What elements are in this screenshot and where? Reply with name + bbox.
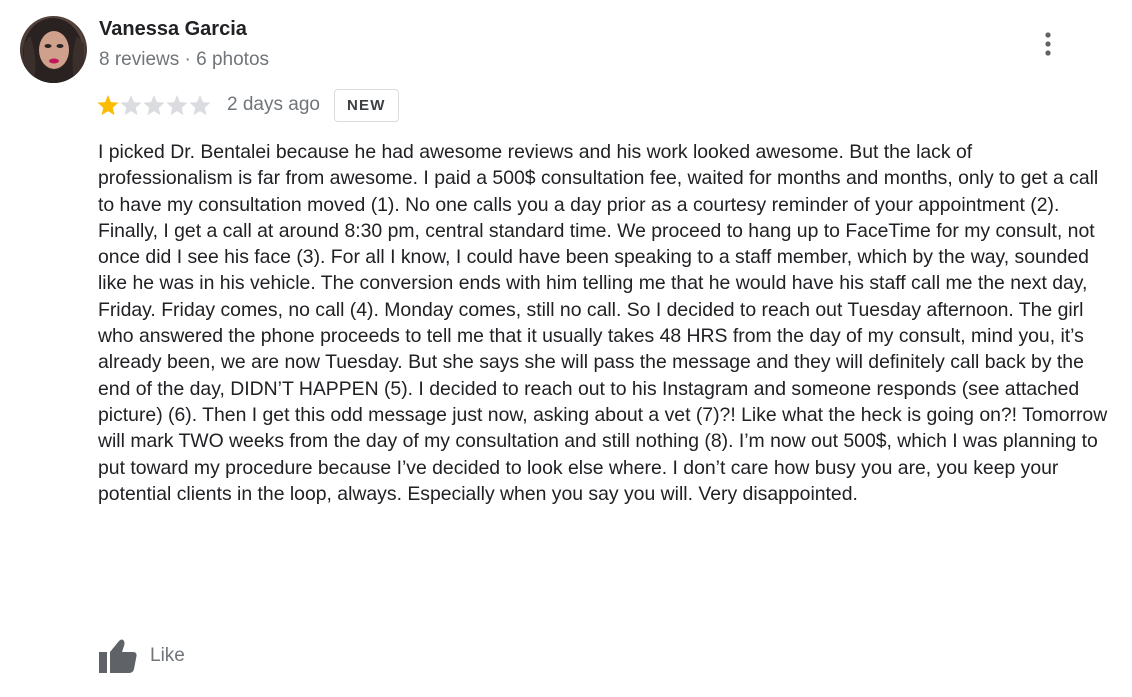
star-empty-icon [143, 94, 165, 116]
review-date: 2 days ago [227, 94, 320, 115]
like-label: Like [150, 645, 185, 666]
star-rating [97, 94, 211, 116]
star-empty-icon [120, 94, 142, 116]
star-empty-icon [189, 94, 211, 116]
star-empty-icon [166, 94, 188, 116]
star-filled-icon [97, 94, 119, 116]
more-options-button[interactable] [1030, 26, 1066, 62]
like-button[interactable]: Like [98, 636, 185, 676]
more-vert-icon [1045, 32, 1051, 56]
review-text: I picked Dr. Bentalei because he had awe… [98, 141, 1108, 505]
rating-row: 2 days ago NEW [97, 88, 399, 122]
reviewer-stats: 8 reviews · 6 photos [99, 49, 270, 70]
thumbs-up-icon [99, 639, 137, 673]
reviewer-name[interactable]: Vanessa Garcia [99, 18, 247, 41]
new-badge: NEW [333, 88, 399, 122]
review-card: Vanessa Garcia 8 reviews · 6 photos 2 da… [0, 0, 1132, 697]
avatar[interactable] [20, 16, 87, 83]
